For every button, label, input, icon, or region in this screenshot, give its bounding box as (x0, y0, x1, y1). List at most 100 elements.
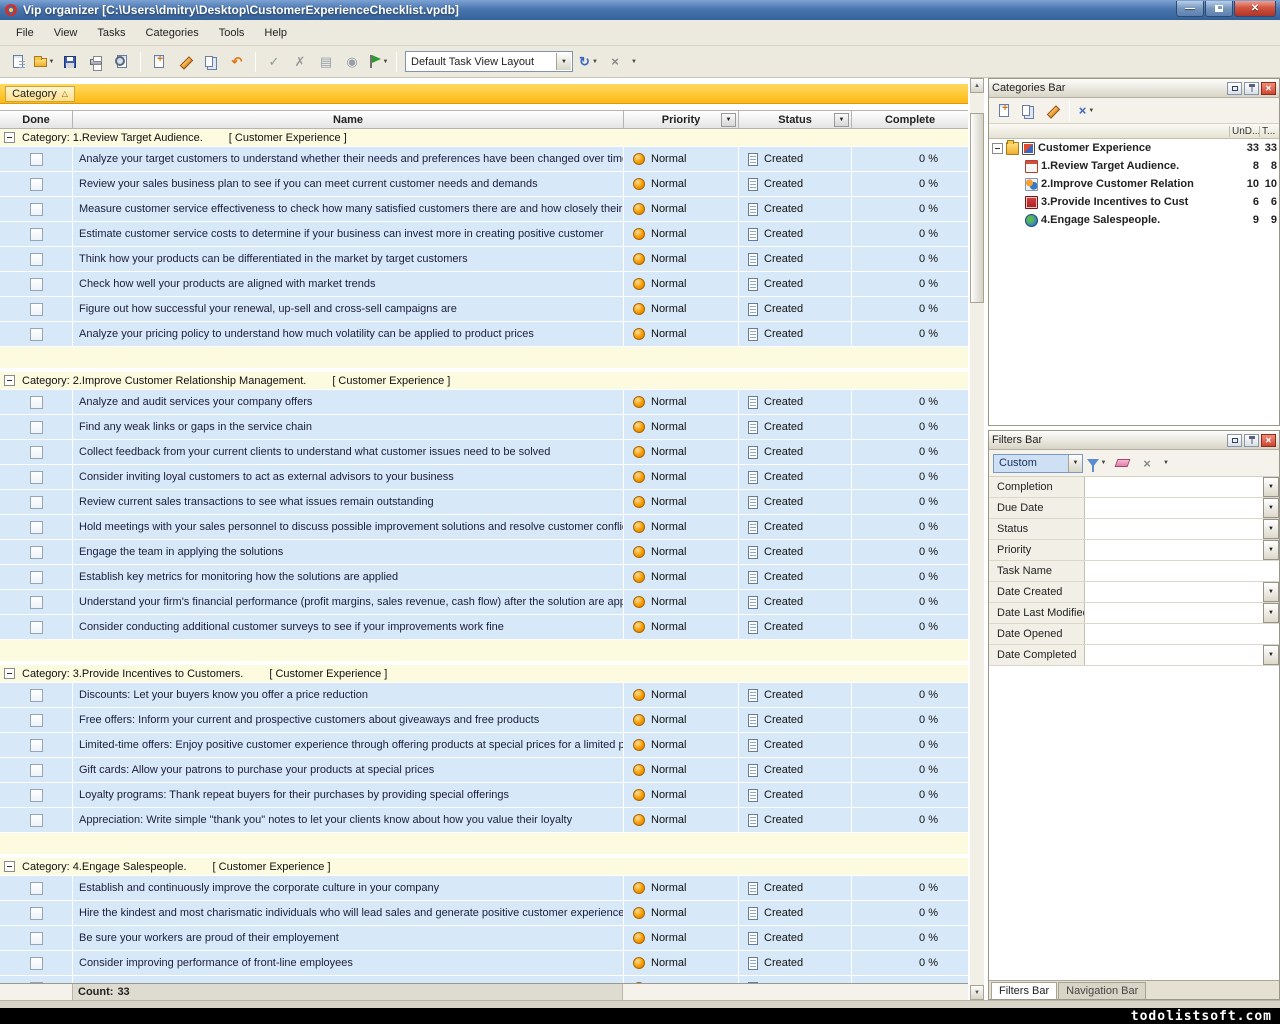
task-done-checkbox[interactable] (30, 278, 43, 291)
task-status-cell[interactable]: Created (739, 540, 851, 564)
task-done-checkbox[interactable] (30, 546, 43, 559)
task-status-cell[interactable]: Created (739, 147, 851, 171)
menu-item-help[interactable]: Help (254, 24, 297, 42)
save-button[interactable] (58, 50, 82, 74)
chevron-down-icon[interactable]: ▼ (1068, 455, 1082, 472)
menu-item-tasks[interactable]: Tasks (87, 24, 135, 42)
task-done-checkbox[interactable] (30, 789, 43, 802)
category-group-header[interactable]: Category: 1.Review Target Audience.[ Cus… (0, 129, 968, 146)
task-name-cell[interactable]: Engage the team in applying the solution… (73, 540, 623, 564)
task-name-cell[interactable]: Limited-time offers: Enjoy positive cust… (73, 733, 623, 757)
task-priority-cell[interactable]: Normal (624, 615, 738, 639)
menu-item-file[interactable]: File (6, 24, 44, 42)
category-tree-item[interactable]: 1.Review Target Audience.88 (989, 157, 1279, 175)
task-name-cell[interactable]: Consider conducting additional customer … (73, 615, 623, 639)
task-done-checkbox[interactable] (30, 714, 43, 727)
task-name-cell[interactable]: Consider inviting loyal customers to act… (73, 465, 623, 489)
task-status-cell[interactable]: Created (739, 465, 851, 489)
task-done-checkbox[interactable] (30, 739, 43, 752)
task-status-cell[interactable]: Created (739, 247, 851, 271)
task-status-cell[interactable]: Created (739, 172, 851, 196)
task-name-cell[interactable]: Find any weak links or gaps in the servi… (73, 415, 623, 439)
task-priority-cell[interactable]: Normal (624, 440, 738, 464)
edit-task-button[interactable] (173, 50, 197, 74)
task-status-cell[interactable]: Created (739, 440, 851, 464)
task-done-checkbox[interactable] (30, 396, 43, 409)
task-done-checkbox[interactable] (30, 764, 43, 777)
task-name-cell[interactable]: Analyze and audit services your company … (73, 390, 623, 414)
mark-complete-button[interactable]: ✓ (262, 50, 286, 74)
task-name-cell[interactable]: Figure out how successful your renewal, … (73, 297, 623, 321)
task-priority-cell[interactable]: Normal (624, 901, 738, 925)
scrollbar-thumb[interactable] (970, 113, 984, 303)
task-done-checkbox[interactable] (30, 303, 43, 316)
task-priority-cell[interactable]: Normal (624, 322, 738, 346)
apply-filter-button[interactable]: ▼ (1086, 453, 1108, 473)
task-priority-cell[interactable]: Normal (624, 490, 738, 514)
task-priority-cell[interactable]: Normal (624, 390, 738, 414)
task-priority-cell[interactable]: Normal (624, 783, 738, 807)
task-priority-cell[interactable]: Normal (624, 683, 738, 707)
task-done-checkbox[interactable] (30, 621, 43, 634)
filter-value-cell[interactable] (1085, 477, 1263, 497)
task-priority-cell[interactable]: Normal (624, 926, 738, 950)
task-status-cell[interactable]: Created (739, 901, 851, 925)
print-preview-button[interactable] (110, 50, 134, 74)
vertical-scrollbar[interactable]: ▲ ▼ (970, 78, 984, 1000)
task-status-cell[interactable]: Created (739, 322, 851, 346)
task-done-checkbox[interactable] (30, 328, 43, 341)
category-group-header[interactable]: Category: 3.Provide Incentives to Custom… (0, 665, 968, 682)
task-status-cell[interactable]: Created (739, 390, 851, 414)
task-priority-cell[interactable]: Normal (624, 272, 738, 296)
task-timer-button[interactable]: ◉ (340, 50, 364, 74)
task-name-cell[interactable]: Hold meetings with your sales personnel … (73, 515, 623, 539)
new-category-button[interactable] (993, 101, 1015, 121)
task-name-cell[interactable]: Review current sales transactions to see… (73, 490, 623, 514)
task-priority-cell[interactable]: Normal (624, 951, 738, 975)
task-status-cell[interactable]: Created (739, 222, 851, 246)
task-priority-cell[interactable]: Normal (624, 297, 738, 321)
task-priority-cell[interactable]: Normal (624, 565, 738, 589)
task-status-cell[interactable]: Created (739, 415, 851, 439)
task-name-cell[interactable]: Consider improving performance of front-… (73, 951, 623, 975)
task-done-checkbox[interactable] (30, 153, 43, 166)
print-button[interactable] (84, 50, 108, 74)
clear-filter-button[interactable] (1111, 453, 1133, 473)
filter-dropdown-button[interactable]: ▼ (1263, 540, 1279, 560)
tab-filters-bar[interactable]: Filters Bar (991, 982, 1057, 999)
category-group-header[interactable]: Category: 4.Engage Salespeople.[ Custome… (0, 858, 968, 875)
task-done-checkbox[interactable] (30, 596, 43, 609)
filter-value-cell[interactable] (1085, 645, 1263, 665)
total-column-header[interactable]: T... (1259, 126, 1279, 137)
column-header-complete[interactable]: Complete (852, 111, 968, 128)
task-name-cell[interactable] (73, 976, 623, 983)
chevron-down-icon[interactable]: ▼ (556, 53, 571, 70)
panel-restore-button[interactable] (1227, 82, 1242, 95)
category-group-header[interactable]: Category: 2.Improve Customer Relationshi… (0, 372, 968, 389)
task-name-cell[interactable]: Loyalty programs: Thank repeat buyers fo… (73, 783, 623, 807)
task-name-cell[interactable]: Appreciation: Write simple "thank you" n… (73, 808, 623, 832)
task-name-cell[interactable]: Analyze your pricing policy to understan… (73, 322, 623, 346)
task-name-cell[interactable]: Review your sales business plan to see i… (73, 172, 623, 196)
task-priority-cell[interactable]: Normal (624, 733, 738, 757)
panel-pin-button[interactable] (1244, 82, 1259, 95)
menu-item-tools[interactable]: Tools (209, 24, 255, 42)
column-header-done[interactable]: Done (0, 111, 72, 128)
task-done-checkbox[interactable] (30, 228, 43, 241)
new-file-button[interactable] (6, 50, 30, 74)
column-header-name[interactable]: Name (73, 111, 623, 128)
task-priority-cell[interactable]: Normal (624, 465, 738, 489)
task-priority-cell[interactable]: Normal (624, 415, 738, 439)
filter-value-cell[interactable] (1085, 603, 1263, 623)
task-name-cell[interactable]: Establish and continuously improve the c… (73, 876, 623, 900)
panel-close-button[interactable]: ✕ (1261, 82, 1276, 95)
category-tree-item[interactable]: 4.Engage Salespeople.99 (989, 211, 1279, 229)
undone-column-header[interactable]: UnD... (1229, 126, 1259, 137)
task-priority-cell[interactable]: Normal (624, 540, 738, 564)
collapse-icon[interactable] (4, 861, 15, 872)
manage-layouts-button[interactable]: ↻▼ (577, 50, 601, 74)
task-name-cell[interactable]: Gift cards: Allow your patrons to purcha… (73, 758, 623, 782)
task-done-checkbox[interactable] (30, 496, 43, 509)
filter-dropdown-button[interactable]: ▼ (1263, 603, 1279, 623)
task-priority-cell[interactable]: Normal (624, 172, 738, 196)
